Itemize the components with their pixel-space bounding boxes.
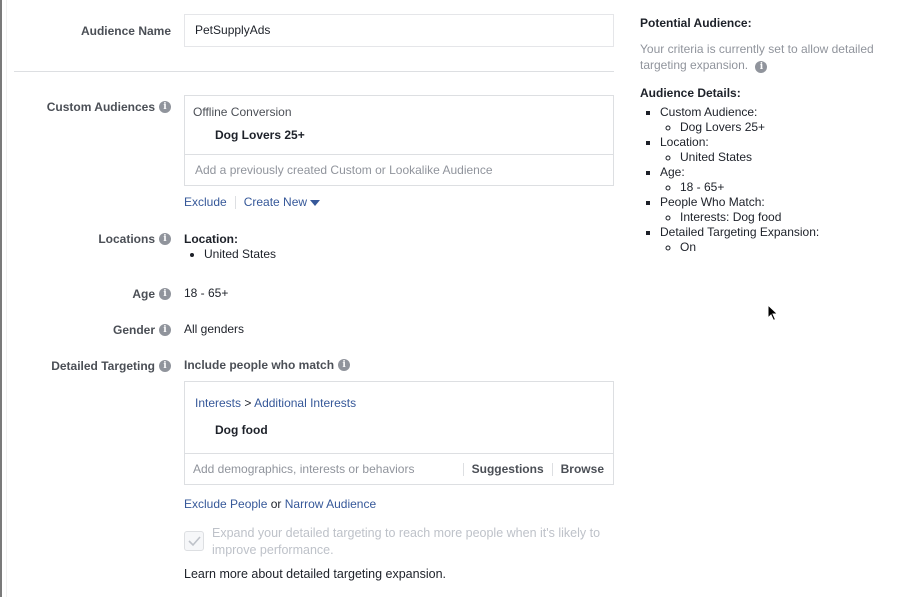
- audience-details-list: Custom Audience: Dog Lovers 25+ Location…: [660, 105, 900, 255]
- potential-audience-note: Your criteria is currently set to allow …: [640, 41, 900, 73]
- mouse-pointer-icon: [767, 304, 779, 322]
- detail-item: Location: United States: [660, 135, 900, 165]
- gender-label-wrap: Gender i: [113, 323, 171, 337]
- custom-audiences-box: Offline Conversion Dog Lovers 25+ Add a …: [184, 95, 614, 186]
- audience-summary-panel: Potential Audience: Your criteria is cur…: [640, 16, 900, 255]
- detail-label: Custom Audience:: [660, 105, 758, 119]
- breadcrumb-interests[interactable]: Interests: [195, 396, 241, 410]
- breadcrumb-separator: >: [244, 396, 252, 410]
- age-value: 18 - 65+: [184, 286, 229, 300]
- custom-audience-placeholder: Add a previously created Custom or Looka…: [195, 163, 493, 177]
- detailed-targeting-selected: Interests > Additional Interests Dog foo…: [185, 382, 613, 453]
- audience-name-label: Audience Name: [80, 24, 171, 38]
- detailed-targeting-label: Detailed Targeting: [51, 359, 155, 373]
- or-text: or: [270, 497, 282, 511]
- locations-label: Locations: [98, 232, 155, 246]
- link-separator: [234, 196, 236, 210]
- create-new-label: Create New: [243, 195, 308, 209]
- breadcrumb-additional-interests[interactable]: Additional Interests: [254, 396, 356, 410]
- detail-label: Age:: [660, 165, 685, 179]
- suggestions-button[interactable]: Suggestions: [472, 454, 544, 484]
- age-label-wrap: Age i: [132, 287, 171, 301]
- info-circle-icon[interactable]: i: [159, 324, 171, 336]
- exclude-link[interactable]: Exclude: [184, 195, 227, 209]
- create-new-dropdown[interactable]: Create New: [243, 195, 321, 209]
- custom-audience-search-input[interactable]: Add a previously created Custom or Looka…: [185, 154, 613, 185]
- browse-separator: [551, 462, 553, 476]
- exclude-people-link[interactable]: Exclude People: [184, 497, 267, 511]
- narrow-audience-link[interactable]: Narrow Audience: [285, 497, 376, 511]
- include-people-label: Include people who match: [184, 358, 335, 372]
- caret-down-icon: [310, 199, 321, 206]
- detail-label: People Who Match:: [660, 195, 765, 209]
- info-circle-icon[interactable]: i: [159, 288, 171, 300]
- targeting-item[interactable]: Dog food: [215, 423, 603, 437]
- detail-item: People Who Match: Interests: Dog food: [660, 195, 900, 225]
- detail-label: Detailed Targeting Expansion:: [660, 225, 820, 239]
- include-people-row: Include people who match i: [184, 358, 351, 372]
- age-label: Age: [132, 287, 155, 301]
- location-heading: Location:: [184, 232, 238, 246]
- targeting-search-row: Add demographics, interests or behaviors…: [185, 453, 613, 484]
- detailed-targeting-label-wrap: Detailed Targeting i: [51, 359, 171, 373]
- audience-details-title: Audience Details:: [640, 86, 741, 100]
- targeting-search-input[interactable]: Add demographics, interests or behaviors: [193, 454, 455, 484]
- detailed-targeting-box: Interests > Additional Interests Dog foo…: [184, 381, 614, 485]
- learn-more-link[interactable]: Learn more about detailed targeting expa…: [184, 567, 446, 581]
- custom-audience-item[interactable]: Dog Lovers 25+: [215, 128, 605, 142]
- custom-audiences-label-wrap: Custom Audiences i: [47, 100, 171, 114]
- gender-label: Gender: [112, 323, 155, 337]
- detail-label: Location:: [660, 135, 709, 149]
- location-list: United States: [204, 246, 276, 262]
- info-circle-icon[interactable]: i: [159, 233, 171, 245]
- location-item: United States: [204, 246, 276, 262]
- info-circle-icon[interactable]: i: [159, 101, 171, 113]
- info-circle-icon[interactable]: i: [755, 61, 768, 73]
- gender-value: All genders: [184, 322, 245, 336]
- detail-value: Interests: Dog food: [680, 210, 900, 225]
- targeting-breadcrumb: Interests > Additional Interests: [195, 396, 603, 410]
- checkmark-icon: [188, 536, 201, 547]
- window-edge: [0, 0, 2, 597]
- locations-label-wrap: Locations i: [98, 232, 171, 246]
- detail-item: Custom Audience: Dog Lovers 25+: [660, 105, 900, 135]
- browse-button[interactable]: Browse: [561, 454, 604, 484]
- detail-item: Detailed Targeting Expansion: On: [660, 225, 900, 255]
- section-divider: [14, 71, 614, 72]
- detail-value: On: [680, 240, 900, 255]
- suggestions-separator: [462, 462, 464, 476]
- narrow-actions: Exclude People or Narrow Audience: [184, 497, 376, 511]
- custom-audience-type: Offline Conversion: [193, 105, 292, 119]
- detail-value: Dog Lovers 25+: [680, 120, 900, 135]
- window-edge-line: [6, 0, 7, 597]
- locations-value: Location: United States: [184, 232, 276, 262]
- audience-name-input[interactable]: PetSupplyAds: [184, 14, 614, 47]
- expansion-checkbox-label: Expand your detailed targeting to reach …: [212, 526, 601, 557]
- expansion-checkbox[interactable]: [184, 531, 204, 551]
- potential-audience-title: Potential Audience:: [640, 16, 752, 30]
- custom-audience-actions: Exclude Create New: [184, 195, 321, 210]
- custom-audiences-selected: Offline Conversion Dog Lovers 25+: [185, 96, 613, 154]
- custom-audiences-label: Custom Audiences: [46, 100, 155, 114]
- detail-item: Age: 18 - 65+: [660, 165, 900, 195]
- info-circle-icon[interactable]: i: [338, 359, 351, 371]
- detail-value: United States: [680, 150, 900, 165]
- detail-value: 18 - 65+: [680, 180, 900, 195]
- info-circle-icon[interactable]: i: [159, 360, 171, 372]
